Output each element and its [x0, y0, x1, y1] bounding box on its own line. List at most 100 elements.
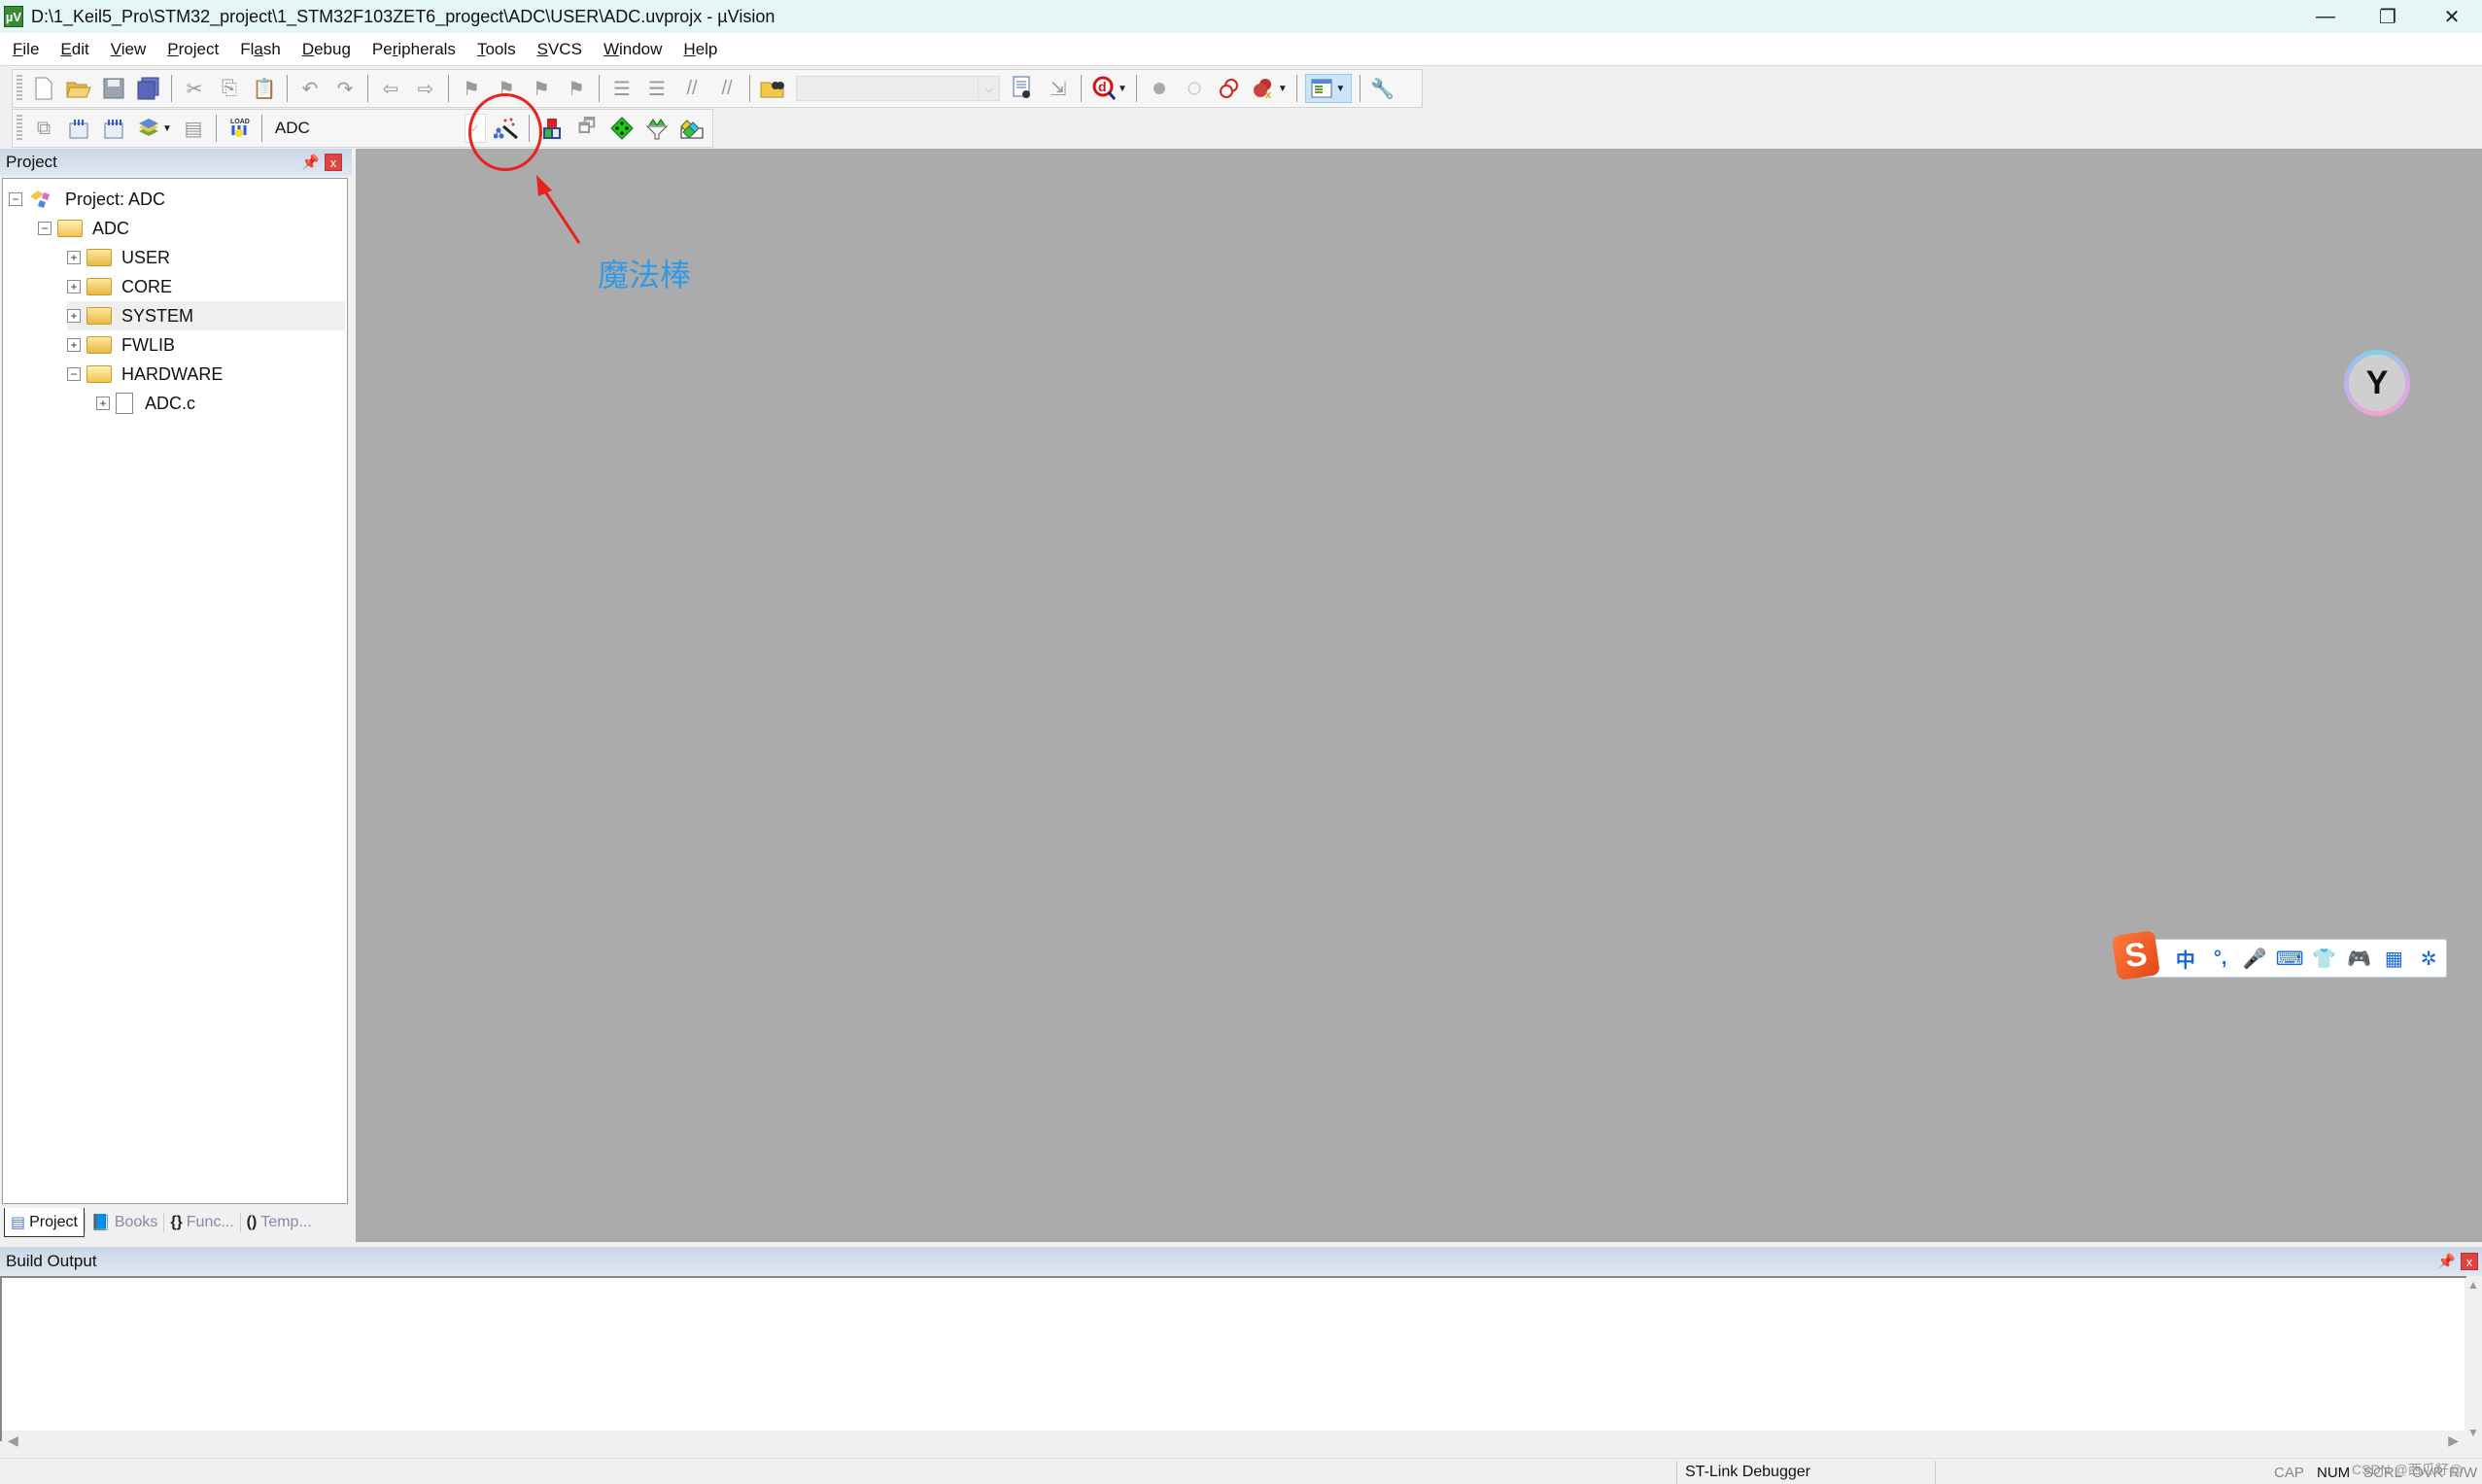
window-layout-icon[interactable]: ▼ — [1304, 74, 1352, 103]
pin-icon[interactable]: 📌 — [2437, 1253, 2456, 1270]
tree-node-hardware[interactable]: − HARDWARE — [67, 360, 223, 389]
cut-icon[interactable]: ✂ — [180, 74, 209, 103]
chevron-down-icon[interactable]: ⌵ — [978, 77, 999, 100]
menu-edit[interactable]: Edit — [50, 40, 99, 59]
skin-icon[interactable]: 👕 — [2307, 947, 2342, 971]
sogou-logo-icon[interactable]: S — [2112, 930, 2160, 981]
download-load-icon[interactable]: LOAD — [224, 114, 254, 143]
menu-debug[interactable]: Debug — [292, 40, 362, 59]
expand-icon[interactable]: + — [67, 280, 81, 293]
menu-peripherals[interactable]: Peripherals — [362, 40, 466, 59]
close-window-button[interactable]: ✕ — [2416, 0, 2482, 33]
close-panel-button[interactable]: x — [325, 154, 342, 171]
menu-help[interactable]: Help — [672, 40, 728, 59]
scroll-up-icon[interactable]: ▲ — [2465, 1278, 2482, 1292]
toolbar-grip[interactable] — [17, 75, 22, 102]
select-packs-icon[interactable]: 🗗 — [572, 114, 602, 143]
scroll-down-icon[interactable]: ▼ — [2465, 1426, 2482, 1439]
comment-icon[interactable]: // — [677, 74, 707, 103]
toolbox-icon[interactable]: ▦ — [2377, 947, 2412, 971]
scroll-right-icon[interactable]: ▶ — [2448, 1432, 2459, 1449]
tab-books[interactable]: 📘 Books — [86, 1208, 163, 1237]
tree-node-core[interactable]: + CORE — [67, 272, 172, 301]
menu-tools[interactable]: Tools — [466, 40, 527, 59]
tree-node-fwlib[interactable]: + FWLIB — [67, 330, 175, 360]
tree-node-user[interactable]: + USER — [67, 243, 170, 272]
breakpoint-disable-icon[interactable] — [1215, 74, 1244, 103]
expand-icon[interactable]: + — [67, 338, 81, 352]
menu-file[interactable]: File — [2, 40, 50, 59]
breakpoint-enable-icon[interactable] — [1180, 74, 1209, 103]
uncomment-icon[interactable]: // — [712, 74, 741, 103]
undo-icon[interactable]: ↶ — [295, 74, 325, 103]
collapse-icon[interactable]: − — [38, 222, 52, 235]
copy-icon[interactable]: ⎘ — [215, 74, 244, 103]
floating-assistant-button[interactable]: Y — [2344, 350, 2410, 416]
save-all-icon[interactable] — [134, 74, 163, 103]
dropdown-arrow-icon[interactable]: ▼ — [1118, 84, 1127, 94]
chinese-mode-icon[interactable]: 中 — [2168, 945, 2203, 973]
tab-func[interactable]: {} Func... — [164, 1208, 239, 1237]
collapse-icon[interactable]: − — [67, 367, 81, 381]
keyboard-icon[interactable]: ⌨ — [2272, 947, 2307, 971]
find-combo-box[interactable]: ⌵ — [796, 76, 1000, 101]
new-file-icon[interactable] — [29, 74, 58, 103]
build-icon[interactable] — [64, 114, 93, 143]
restore-button[interactable]: ❐ — [2352, 0, 2424, 33]
target-select[interactable]: ADC — [267, 119, 462, 138]
menu-project[interactable]: Project — [156, 40, 229, 59]
breakpoint-insert-icon[interactable] — [1145, 74, 1174, 103]
close-build-output-button[interactable]: x — [2461, 1253, 2478, 1270]
pin-icon[interactable]: 📌 — [301, 154, 320, 171]
tab-temp[interactable]: () Temp... — [241, 1208, 318, 1237]
configure-wrench-icon[interactable]: 🔧 — [1368, 74, 1397, 103]
minimize-button[interactable]: — — [2290, 0, 2361, 33]
vertical-scrollbar[interactable]: ▲ ▼ — [2465, 1278, 2482, 1441]
menu-view[interactable]: View — [100, 40, 157, 59]
open-file-icon[interactable] — [64, 74, 93, 103]
tree-node-adc[interactable]: − ADC — [38, 214, 129, 243]
paste-icon[interactable]: 📋 — [250, 74, 279, 103]
bookmark-next-icon[interactable]: ⚑ — [527, 74, 556, 103]
microphone-icon[interactable]: 🎤 — [2238, 947, 2273, 971]
incremental-find-icon[interactable]: ⇲ — [1044, 74, 1073, 103]
expand-icon[interactable]: + — [67, 251, 81, 264]
indent-icon[interactable]: ☰ — [607, 74, 637, 103]
breakpoint-kill-all-icon[interactable]: x — [1250, 74, 1279, 103]
settings-icon[interactable]: ✲ — [2411, 947, 2446, 971]
navigate-back-icon[interactable]: ⇦ — [376, 74, 405, 103]
tab-project[interactable]: ▤ Project — [4, 1208, 85, 1237]
punctuation-icon[interactable]: °, — [2203, 948, 2238, 970]
tree-node-system[interactable]: + SYSTEM — [67, 301, 345, 330]
horizontal-scrollbar[interactable]: ◀ ▶ — [2, 1431, 2465, 1452]
redo-icon[interactable]: ↷ — [330, 74, 360, 103]
toolbar-grip[interactable] — [17, 115, 22, 142]
dropdown-arrow-icon[interactable]: ▼ — [1278, 84, 1288, 94]
expand-icon[interactable]: + — [67, 309, 81, 323]
pack-installer-icon[interactable] — [677, 114, 707, 143]
find-in-files-icon[interactable] — [758, 74, 787, 103]
menu-window[interactable]: Window — [593, 40, 672, 59]
find-icon[interactable] — [1009, 74, 1038, 103]
pack-installer-filter-icon[interactable] — [642, 114, 672, 143]
bookmark-clear-icon[interactable]: ⚑ — [562, 74, 591, 103]
debug-session-icon[interactable]: d — [1089, 74, 1119, 103]
menu-svcs[interactable]: SVCS — [527, 40, 593, 59]
game-icon[interactable]: 🎮 — [2342, 947, 2377, 971]
tree-node-adc-c[interactable]: + ADC.c — [96, 389, 195, 418]
save-icon[interactable] — [99, 74, 128, 103]
collapse-icon[interactable]: − — [9, 192, 22, 206]
tree-node-project-adc[interactable]: − Project: ADC — [9, 185, 165, 214]
bookmark-insert-icon[interactable]: ⚑ — [457, 74, 486, 103]
stop-build-icon[interactable]: ▤ — [179, 114, 208, 143]
expand-icon[interactable]: + — [96, 397, 110, 410]
manage-run-env-icon[interactable] — [607, 114, 637, 143]
rebuild-icon[interactable] — [99, 114, 128, 143]
translate-icon[interactable]: ⧉ — [29, 114, 58, 143]
scroll-left-icon[interactable]: ◀ — [8, 1432, 18, 1449]
batch-build-icon[interactable] — [134, 114, 163, 143]
navigate-forward-icon[interactable]: ⇨ — [411, 74, 440, 103]
dropdown-arrow-icon[interactable]: ▼ — [162, 123, 172, 134]
build-output-text[interactable] — [0, 1276, 2466, 1441]
menu-flash[interactable]: Flash — [229, 40, 292, 59]
